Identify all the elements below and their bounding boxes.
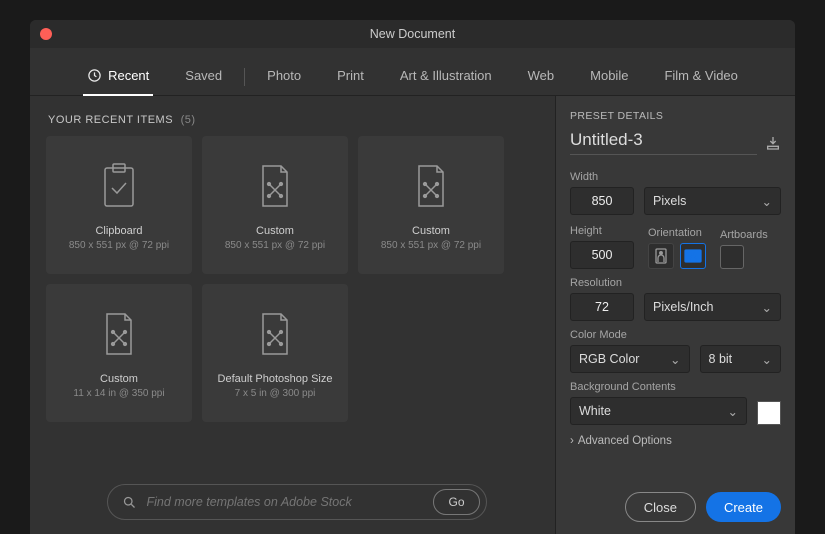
preset-details-heading: PRESET DETAILS [570,110,781,122]
bitdepth-value: 8 bit [709,352,733,366]
preset-details-pane: PRESET DETAILS Untitled-3 Width Pixels ⌄… [555,96,795,534]
card-title: Custom [256,225,294,237]
chevron-right-icon: › [570,435,574,447]
card-subtitle: 850 x 551 px @ 72 ppi [225,240,325,251]
advanced-options-toggle[interactable]: › Advanced Options [570,435,781,447]
orientation-portrait-button[interactable] [648,243,674,269]
clipboard-icon [99,159,139,215]
window-close-dot[interactable] [40,28,52,40]
create-button[interactable]: Create [706,492,781,522]
document-name-field[interactable]: Untitled-3 [570,130,757,155]
preset-card-custom[interactable]: Custom 850 x 551 px @ 72 ppi [202,136,348,274]
artboards-label: Artboards [720,229,768,241]
card-title: Custom [412,225,450,237]
background-value: White [579,404,611,418]
document-custom-icon [99,307,139,363]
preset-card-default[interactable]: Default Photoshop Size 7 x 5 in @ 300 pp… [202,284,348,422]
colormode-dropdown[interactable]: RGB Color ⌄ [570,345,690,373]
clock-icon [87,68,102,83]
new-document-dialog: New Document Recent Saved Photo Print Ar… [30,20,795,534]
preset-card-custom[interactable]: Custom 850 x 551 px @ 72 ppi [358,136,504,274]
card-subtitle: 7 x 5 in @ 300 ppi [235,388,316,399]
tab-print[interactable]: Print [319,58,382,95]
width-label: Width [570,171,781,183]
stock-search-row: Go [46,484,547,520]
chevron-down-icon: ⌄ [762,300,772,315]
recent-items-pane: YOUR RECENT ITEMS (5) Clipboard 850 x 55… [30,96,555,534]
tab-label: Web [528,68,555,83]
orientation-landscape-button[interactable] [680,243,706,269]
unit-value: Pixels [653,194,686,208]
tab-label: Saved [185,68,222,83]
titlebar: New Document [30,20,795,48]
card-title: Custom [100,373,138,385]
recent-items-header: YOUR RECENT ITEMS (5) [46,114,547,126]
width-input[interactable] [570,187,634,215]
chevron-down-icon: ⌄ [762,352,772,367]
preset-card-custom[interactable]: Custom 11 x 14 in @ 350 ppi [46,284,192,422]
tab-label: Print [337,68,364,83]
recent-items-label: YOUR RECENT ITEMS [48,114,173,126]
recent-cards-grid: Clipboard 850 x 551 px @ 72 ppi Custom 8… [46,136,547,422]
background-dropdown[interactable]: White ⌄ [570,397,747,425]
artboards-checkbox[interactable] [720,245,744,269]
chevron-down-icon: ⌄ [670,352,680,367]
tab-art[interactable]: Art & Illustration [382,58,510,95]
bitdepth-dropdown[interactable]: 8 bit ⌄ [700,345,781,373]
tab-saved[interactable]: Saved [167,58,240,95]
resolution-unit-dropdown[interactable]: Pixels/Inch ⌄ [644,293,781,321]
tab-label: Mobile [590,68,628,83]
tab-photo[interactable]: Photo [249,58,319,95]
tab-label: Recent [108,68,149,83]
document-custom-icon [411,159,451,215]
stock-search-input[interactable] [147,495,424,509]
preset-card-clipboard[interactable]: Clipboard 850 x 551 px @ 72 ppi [46,136,192,274]
background-color-swatch[interactable] [757,401,781,425]
resolution-unit-value: Pixels/Inch [653,300,713,314]
card-subtitle: 850 x 551 px @ 72 ppi [69,240,169,251]
tab-web[interactable]: Web [510,58,573,95]
tab-recent[interactable]: Recent [69,58,167,95]
colormode-label: Color Mode [570,329,781,341]
height-label: Height [570,225,634,237]
tab-label: Film & Video [664,68,737,83]
resolution-input[interactable] [570,293,634,321]
chevron-down-icon: ⌄ [762,194,772,209]
window-title: New Document [30,27,795,41]
orientation-label: Orientation [648,227,706,239]
advanced-label: Advanced Options [578,435,672,447]
card-title: Clipboard [95,225,142,237]
chevron-down-icon: ⌄ [728,404,738,419]
tab-label: Art & Illustration [400,68,492,83]
tab-mobile[interactable]: Mobile [572,58,646,95]
stock-search-pill: Go [107,484,487,520]
background-label: Background Contents [570,381,781,393]
unit-dropdown[interactable]: Pixels ⌄ [644,187,781,215]
document-custom-icon [255,307,295,363]
tab-separator [244,68,245,86]
recent-items-count: (5) [181,114,196,126]
save-preset-icon[interactable] [765,135,781,151]
tab-film[interactable]: Film & Video [646,58,755,95]
card-subtitle: 11 x 14 in @ 350 ppi [73,388,164,399]
tab-label: Photo [267,68,301,83]
card-title: Default Photoshop Size [218,373,333,385]
close-button[interactable]: Close [625,492,696,522]
go-button[interactable]: Go [433,489,479,515]
resolution-label: Resolution [570,277,781,289]
card-subtitle: 850 x 551 px @ 72 ppi [381,240,481,251]
height-input[interactable] [570,241,634,269]
document-custom-icon [255,159,295,215]
colormode-value: RGB Color [579,352,639,366]
search-icon [122,495,137,510]
category-tabs: Recent Saved Photo Print Art & Illustrat… [30,48,795,96]
